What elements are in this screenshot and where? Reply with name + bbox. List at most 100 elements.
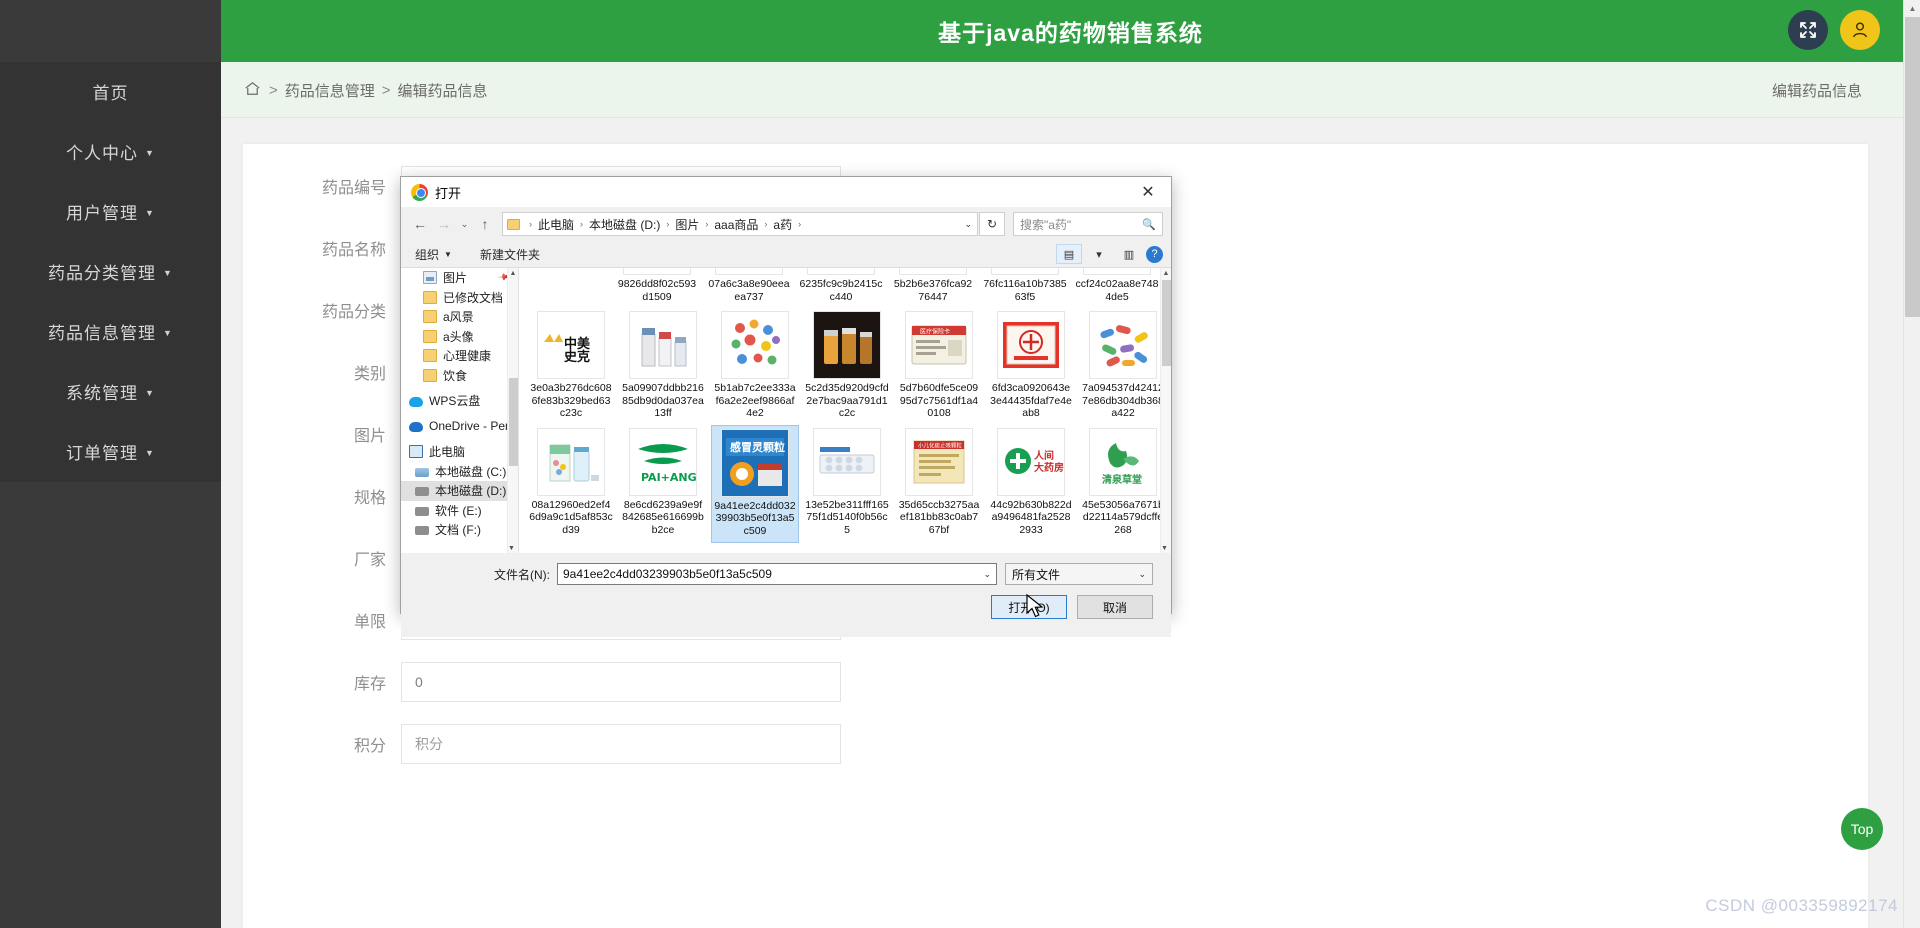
addr-crumb-pictures[interactable]: 图片 (675, 216, 699, 233)
file-item[interactable]: 6235fc9c9b2415cc440 (797, 268, 885, 308)
chevron-down-icon[interactable]: ⌄ (983, 569, 991, 580)
scrollbar-thumb[interactable] (509, 378, 518, 466)
file-item[interactable]: 07a6c3a8e90eeaea737 (705, 268, 793, 308)
scroll-up-icon[interactable]: ▲ (1161, 268, 1171, 279)
file-item[interactable]: 5c2d35d920d9cfd2e7bac9aa791d1c2c (803, 308, 891, 425)
fullscreen-icon[interactable] (1788, 10, 1828, 50)
svg-text:清泉草堂: 清泉草堂 (1102, 473, 1142, 486)
file-item[interactable]: 小儿化痰止咳颗粒 35d65ccb3275aaef181bb83c0ab767b… (895, 425, 983, 544)
addr-crumb-a-drug[interactable]: a药 (773, 216, 792, 233)
points-input[interactable]: 积分 (401, 724, 841, 764)
home-icon[interactable] (243, 79, 262, 102)
open-button[interactable]: 打开(O) (991, 595, 1067, 619)
help-icon[interactable]: ? (1146, 245, 1163, 263)
forward-icon[interactable]: → (433, 212, 455, 236)
preview-pane-icon[interactable]: ▥ (1116, 244, 1142, 264)
nav-item-onedrive[interactable]: OneDrive - Pers (401, 417, 518, 437)
stock-input[interactable]: 0 (401, 662, 841, 702)
back-icon[interactable]: ← (409, 212, 431, 236)
file-item[interactable]: 13e52be311fff16575f1d5140f0b56c5 (803, 425, 891, 544)
sidebar-item-drug-info-management[interactable]: 药品信息管理 ▼ (0, 302, 221, 362)
addr-crumb-this-pc[interactable]: 此电脑 (538, 216, 574, 233)
sidebar-item-drug-category-management[interactable]: 药品分类管理 ▼ (0, 242, 221, 302)
file-thumbnail: 感冒灵颗粒 (721, 428, 789, 497)
user-avatar-icon[interactable] (1840, 10, 1880, 50)
sidebar-item-system-management[interactable]: 系统管理 ▼ (0, 362, 221, 422)
file-item[interactable]: 清泉草堂 45e53056a7671bd22114a579dcffe268 (1079, 425, 1167, 544)
addr-crumb-aaa-goods[interactable]: aaa商品 (714, 216, 758, 233)
nav-item-mental-health[interactable]: 心理健康 (401, 346, 518, 366)
scroll-down-icon[interactable]: ▼ (1161, 543, 1168, 553)
file-item[interactable]: 中美 史克 3e0a3b276dc6086fe83b329bed63c23c (527, 308, 615, 425)
nav-item-label: 本地磁盘 (D:) (435, 484, 507, 499)
close-icon[interactable]: ✕ (1125, 177, 1171, 207)
file-item[interactable]: 医疗保险卡 5d7b60dfe5ce0995d7c7561df1a40108 (895, 308, 983, 425)
sidebar-item-home[interactable]: 首页 (0, 62, 221, 122)
sidebar-item-order-management[interactable]: 订单管理 ▼ (0, 422, 221, 482)
filetype-select[interactable]: 所有文件 ⌄ (1005, 563, 1153, 585)
recent-locations-icon[interactable]: ⌄ (457, 212, 472, 236)
file-item[interactable]: 5a09907ddbb21685db9d0da037ea13ff (619, 308, 707, 425)
nav-item-wps-cloud[interactable]: WPS云盘 (401, 391, 518, 411)
file-item[interactable]: PAI+ANG 8e6cd6239a9e9f842685e616699bb2ce (619, 425, 707, 544)
file-thumbnail (899, 268, 967, 275)
nav-item-diet[interactable]: 饮食 (401, 366, 518, 386)
scroll-up-icon[interactable]: ▲ (508, 268, 518, 279)
chevron-down-icon[interactable]: ⌄ (964, 219, 972, 230)
file-item[interactable]: 76fc116a10b738563f5 (981, 268, 1069, 308)
addr-crumb-disk-d[interactable]: 本地磁盘 (D:) (589, 216, 660, 233)
scroll-to-top-button[interactable]: Top (1841, 808, 1883, 850)
scrollbar-thumb[interactable] (1162, 280, 1171, 366)
breadcrumb-separator: > (381, 81, 391, 99)
new-folder-button[interactable]: 新建文件夹 (480, 246, 540, 263)
sidebar-item-personal-center[interactable]: 个人中心 ▼ (0, 122, 221, 182)
file-item[interactable]: 7a094537d424127e86db304db368a422 (1079, 308, 1167, 425)
file-item[interactable]: 人间 大药房 44c92b630b822da9496481fa25282933 (987, 425, 1075, 544)
form-row-points: 积分 积分 (243, 724, 1003, 764)
nav-item-disk-e[interactable]: 软件 (E:) (401, 501, 518, 521)
file-item-selected[interactable]: 感冒灵颗粒 9a41ee2c4dd03239903b5e0f13a5c509 (711, 424, 799, 543)
breadcrumb-item-edit-drug[interactable]: 编辑药品信息 (398, 80, 488, 101)
nav-item-this-pc[interactable]: 此电脑 (401, 442, 518, 462)
page-scrollbar[interactable]: ▲ (1903, 0, 1920, 928)
file-thumbnail (1083, 268, 1151, 275)
address-breadcrumb-bar[interactable]: › 此电脑 › 本地磁盘 (D:) › 图片 › aaa商品 › a药 › ⌄ (502, 212, 978, 236)
file-item[interactable]: 6fd3ca0920643e3e44435fdaf7e4eab8 (987, 308, 1075, 425)
nav-item-label: 此电脑 (429, 445, 466, 460)
scrollbar-thumb[interactable] (1905, 17, 1920, 317)
file-item[interactable]: 5b1ab7c2ee333af6a2e2eef9866af4e2 (711, 308, 799, 425)
dialog-footer: 文件名(N): 9a41ee2c4dd03239903b5e0f13a5c509… (401, 553, 1171, 637)
chevron-down-icon[interactable]: ▾ (1086, 244, 1112, 264)
search-icon[interactable]: 🔍 (1142, 218, 1156, 231)
file-item[interactable]: 5b2b6e376fca9276447 (889, 268, 977, 308)
view-icon[interactable]: ▤ (1056, 244, 1082, 264)
up-icon[interactable]: ↑ (474, 212, 496, 236)
breadcrumb-item-drug-info[interactable]: 药品信息管理 (285, 80, 375, 101)
search-input[interactable]: 搜索"a药" 🔍 (1013, 212, 1163, 236)
nav-item-a-avatar[interactable]: a头像 (401, 327, 518, 347)
nav-item-disk-d[interactable]: 本地磁盘 (D:) (401, 481, 518, 501)
dialog-navigation-pane: 图片 📌 已修改文档 📌 a风景 a头像 心理健康 饮 (401, 268, 519, 553)
file-item[interactable]: 08a12960ed2ef46d9a9c1d5af853cd39 (527, 425, 615, 544)
scroll-up-icon[interactable]: ▲ (1904, 0, 1920, 17)
refresh-icon[interactable]: ↻ (979, 212, 1005, 236)
filename-input[interactable]: 9a41ee2c4dd03239903b5e0f13a5c509 ⌄ (557, 563, 997, 585)
nav-item-disk-c[interactable]: 本地磁盘 (C:) (401, 462, 518, 482)
file-item[interactable]: 9826dd8f02c593d1509 (613, 268, 701, 308)
drive-icon (415, 526, 429, 536)
cancel-button[interactable]: 取消 (1077, 595, 1153, 619)
sidebar-item-user-management[interactable]: 用户管理 ▼ (0, 182, 221, 242)
file-pane-scrollbar[interactable]: ▲ ▼ (1160, 268, 1171, 553)
nav-item-pictures[interactable]: 图片 📌 (401, 268, 518, 288)
nav-item-modified-docs[interactable]: 已修改文档 📌 (401, 288, 518, 308)
organize-button[interactable]: 组织 ▼ (415, 246, 452, 263)
organize-label: 组织 (415, 247, 440, 262)
scroll-down-icon[interactable]: ▼ (508, 543, 515, 553)
dialog-title: 打开 (435, 185, 462, 201)
file-item[interactable]: ccf24c02aa8e7484de5 (1073, 268, 1161, 308)
nav-item-disk-f[interactable]: 文档 (F:) (401, 520, 518, 540)
file-name-label: ccf24c02aa8e7484de5 (1075, 278, 1159, 303)
chevron-down-icon[interactable]: ⌄ (1138, 569, 1146, 580)
nav-pane-scrollbar[interactable]: ▲ ▼ (507, 268, 518, 553)
nav-item-a-scenery[interactable]: a风景 (401, 307, 518, 327)
